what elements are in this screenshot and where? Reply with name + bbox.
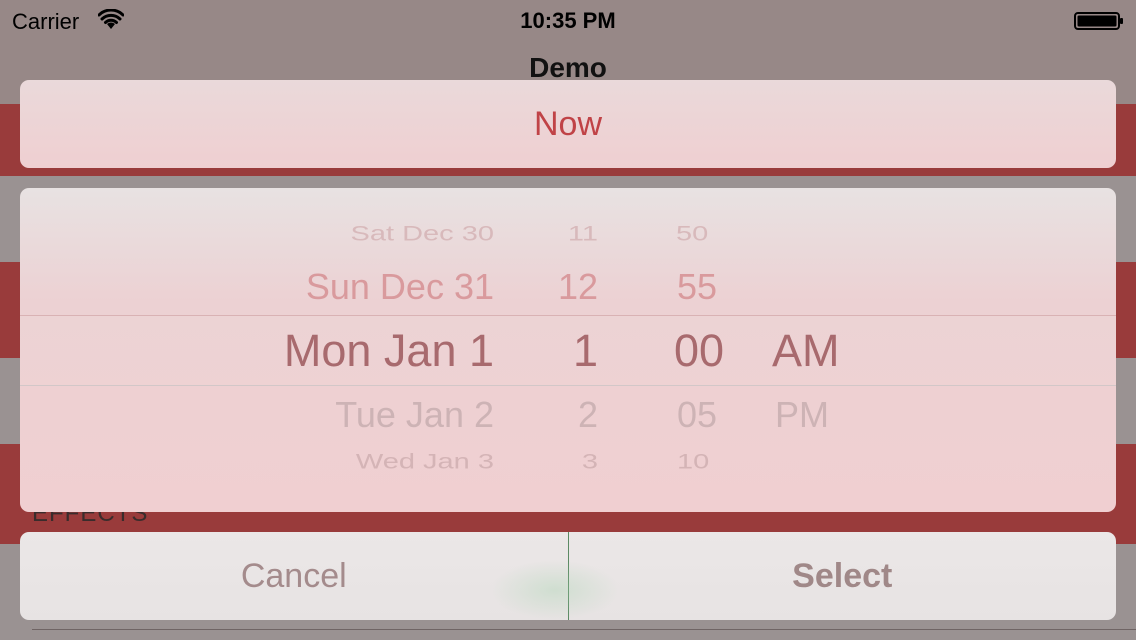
picker-item[interactable]: PM (775, 394, 829, 436)
status-bar: Carrier 10:35 PM (0, 0, 1136, 40)
select-button[interactable]: Select (569, 532, 1117, 620)
picker-item[interactable]: 12 (558, 266, 598, 308)
picker-item[interactable]: 55 (677, 266, 717, 308)
picker-item[interactable]: Wed Jan 3 (356, 451, 494, 475)
battery-icon (1074, 12, 1123, 30)
picker-column-ampm[interactable]: AM PM (772, 188, 882, 512)
picker-column-hour[interactable]: 11 12 1 2 3 (540, 188, 598, 512)
picker-item[interactable]: Sat Dec 30 (351, 223, 494, 247)
picker-item[interactable]: 3 (582, 451, 598, 475)
screen: Carrier 10:35 PM Demo EFFECTS Now Sat De… (0, 0, 1136, 640)
date-picker[interactable]: Sat Dec 30 Sun Dec 31 Mon Jan 1 Tue Jan … (20, 188, 1116, 512)
picker-item-selected[interactable]: 1 (573, 325, 598, 377)
picker-item[interactable]: 10 (677, 451, 709, 475)
picker-column-date[interactable]: Sat Dec 30 Sun Dec 31 Mon Jan 1 Tue Jan … (20, 188, 494, 512)
picker-item[interactable]: 05 (677, 394, 717, 436)
picker-item-selected[interactable]: Mon Jan 1 (284, 325, 494, 377)
now-button[interactable]: Now (20, 80, 1116, 168)
picker-item[interactable]: 11 (568, 223, 598, 247)
divider (32, 629, 1136, 630)
cancel-button[interactable]: Cancel (20, 532, 568, 620)
picker-item[interactable]: 50 (676, 223, 708, 247)
now-panel: Now (20, 80, 1116, 168)
picker-item-selected[interactable]: AM (772, 325, 840, 377)
picker-item[interactable]: 2 (578, 394, 598, 436)
action-panel: Cancel Select (20, 532, 1116, 620)
picker-item-selected[interactable]: 00 (674, 325, 724, 377)
status-time: 10:35 PM (520, 8, 616, 33)
picker-item[interactable]: Sun Dec 31 (306, 266, 494, 308)
picker-item[interactable]: Tue Jan 2 (335, 394, 494, 436)
picker-column-minute[interactable]: 50 55 00 05 10 (674, 188, 764, 512)
